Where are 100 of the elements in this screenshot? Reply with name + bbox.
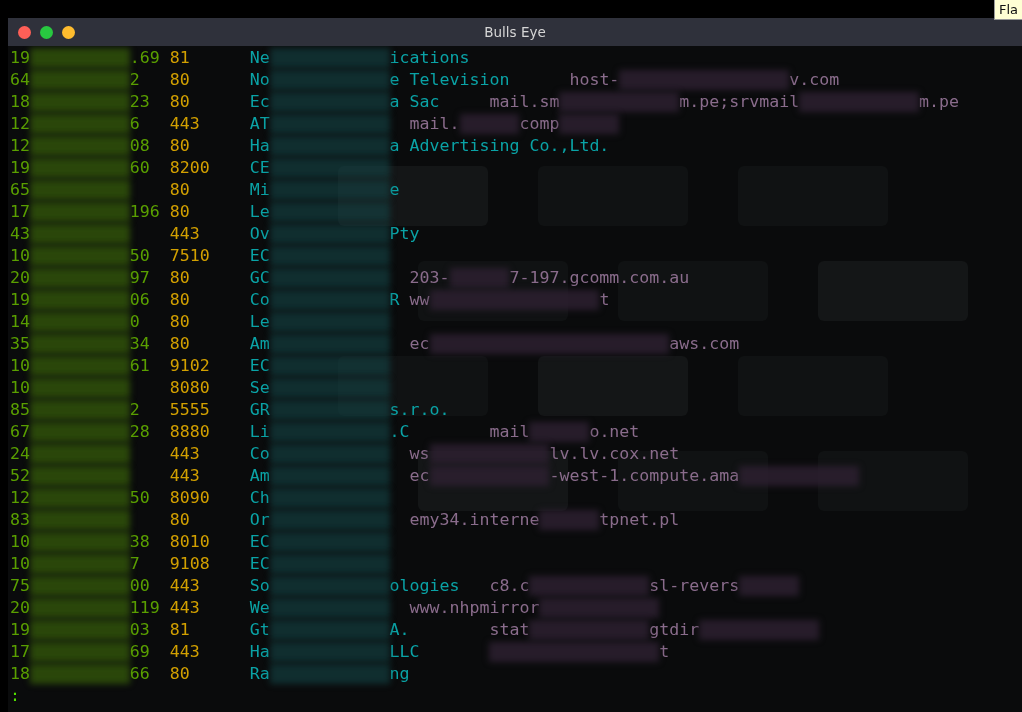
hostname-fragment: v.com — [789, 69, 840, 91]
ip-fragment: 14 — [10, 312, 30, 331]
hostname-fragment: sl-revers — [649, 575, 740, 597]
org-fragment: Ch — [249, 488, 270, 507]
ip-fragment: 69 — [129, 642, 150, 661]
ip-fragment: 10 — [10, 356, 30, 375]
ip-fragment: 60 — [129, 158, 150, 177]
redaction-blur — [739, 576, 800, 596]
org-fragment: Pty — [389, 223, 420, 245]
port-number: 443 — [169, 576, 200, 595]
port-number: 9108 — [169, 554, 210, 573]
port-number: 443 — [169, 642, 200, 661]
port-number: 443 — [169, 444, 200, 463]
ip-fragment: 75 — [10, 576, 30, 595]
ip-fragment: 10 — [10, 246, 30, 265]
port-number: 8080 — [169, 378, 210, 397]
port-number: 81 — [169, 48, 190, 67]
org-fragment: EC — [249, 554, 270, 573]
org-fragment: Co — [249, 444, 270, 463]
org-fragment: Ov — [249, 224, 270, 243]
ip-fragment: 19 — [10, 48, 30, 67]
org-fragment: EC — [249, 356, 270, 375]
ip-fragment: 12 — [10, 114, 30, 133]
port-number: 8880 — [169, 422, 210, 441]
port-number: 80 — [169, 312, 190, 331]
org-fragment: Se — [249, 378, 270, 397]
hostname-fragment: lv.lv.cox.net — [549, 443, 680, 465]
org-fragment: EC — [249, 246, 270, 265]
port-number: 443 — [169, 466, 200, 485]
port-number: 8200 — [169, 158, 210, 177]
port-number: 80 — [169, 510, 190, 529]
org-fragment: ng — [389, 663, 410, 685]
hostname-fragment: mail.sm — [489, 91, 560, 113]
hostname-fragment: tpnet.pl — [599, 509, 680, 531]
close-button[interactable] — [18, 25, 31, 39]
org-fragment: Am — [249, 334, 270, 353]
org-fragment: Li — [249, 422, 270, 441]
port-number: 8090 — [169, 488, 210, 507]
redaction-blur — [449, 268, 510, 288]
ip-fragment: 6 — [129, 114, 140, 133]
org-fragment: e Television — [389, 69, 510, 91]
port-number: 443 — [169, 114, 200, 133]
ip-fragment: 50 — [129, 246, 150, 265]
ip-fragment: .69 — [129, 48, 160, 67]
org-fragment: Gt — [249, 620, 270, 639]
hostname-fragment: ww — [409, 289, 430, 311]
hostname-fragment: m.pe — [919, 91, 959, 113]
org-fragment: Ha — [249, 136, 270, 155]
hostname-fragment: -west-1.compute.ama — [549, 465, 740, 487]
ip-fragment: 24 — [10, 444, 30, 463]
port-number: 80 — [169, 202, 190, 221]
redaction-blur — [539, 510, 600, 530]
ip-fragment: 50 — [129, 488, 150, 507]
pager-prompt: : — [10, 685, 20, 707]
ip-fragment: 2 — [129, 70, 140, 89]
port-number: 7510 — [169, 246, 210, 265]
port-number: 8010 — [169, 532, 210, 551]
hostname-fragment: c8.c — [489, 575, 530, 597]
hostname-fragment: mail — [489, 421, 530, 443]
ip-fragment: 03 — [129, 620, 150, 639]
ip-fragment: 2 — [129, 400, 140, 419]
redaction-blur — [529, 422, 590, 442]
hostname-fragment: t — [599, 289, 610, 311]
org-fragment: LLC — [389, 641, 420, 663]
ip-fragment: 61 — [129, 356, 150, 375]
hostname-fragment: m.pe;srvmail — [679, 91, 800, 113]
zoom-button[interactable] — [40, 25, 53, 39]
ip-fragment: 18 — [10, 664, 30, 683]
ip-fragment: 17 — [10, 202, 30, 221]
minimize-button[interactable] — [62, 25, 75, 39]
org-fragment: ologies — [389, 575, 460, 597]
port-number: 80 — [169, 70, 190, 89]
port-number: 80 — [169, 180, 190, 199]
hostname-fragment: ws — [409, 443, 430, 465]
org-fragment: GC — [249, 268, 270, 287]
org-fragment: CE — [249, 158, 270, 177]
ip-fragment: 0 — [129, 312, 140, 331]
org-fragment: EC — [249, 532, 270, 551]
hostname-fragment: 7-197.gcomm.com.au — [509, 267, 690, 289]
ip-fragment: 38 — [129, 532, 150, 551]
ip-fragment: 10 — [10, 532, 30, 551]
port-number: 9102 — [169, 356, 210, 375]
org-fragment: .C — [389, 421, 410, 443]
port-number: 443 — [169, 224, 200, 243]
ip-fragment: 97 — [129, 268, 150, 287]
ip-fragment: 10 — [10, 554, 30, 573]
ip-fragment: 85 — [10, 400, 30, 419]
window-title: Bulls Eye — [484, 24, 546, 40]
org-fragment: Ha — [249, 642, 270, 661]
hostname-fragment: mail. — [409, 113, 460, 135]
ip-fragment: 23 — [129, 92, 150, 111]
ip-fragment: 52 — [10, 466, 30, 485]
org-fragment: Ec — [249, 92, 270, 111]
org-fragment: Am — [249, 466, 270, 485]
ip-fragment: 83 — [10, 510, 30, 529]
port-number: 81 — [169, 620, 190, 639]
redaction-blur — [459, 114, 520, 134]
port-number: 80 — [169, 664, 190, 683]
org-fragment: Co — [249, 290, 270, 309]
org-fragment: Le — [249, 312, 270, 331]
